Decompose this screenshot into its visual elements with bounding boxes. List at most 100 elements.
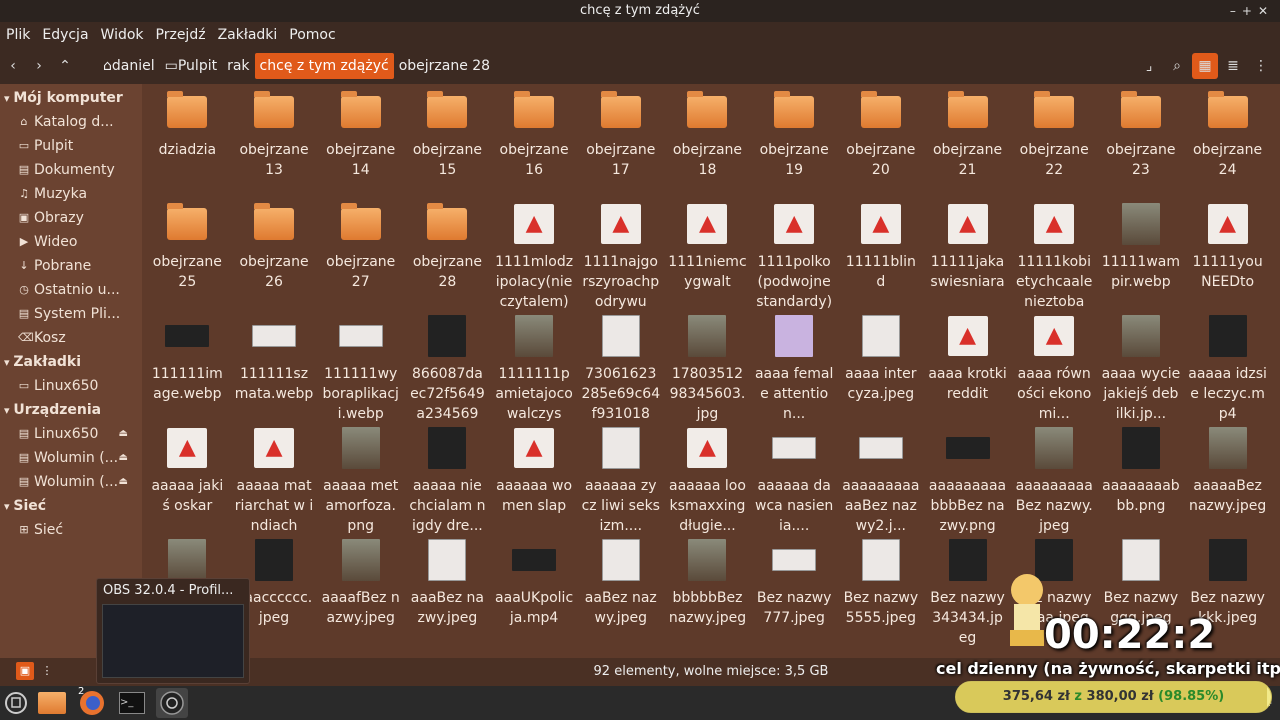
file-item[interactable]: ▲ aaaaaa women slap (491, 424, 578, 536)
firefox-icon[interactable]: 2 (76, 686, 108, 718)
eject-icon[interactable]: ⏏ (119, 422, 128, 446)
terminal-app-icon[interactable]: >_ (116, 688, 148, 718)
file-item[interactable]: ▲ 11111youNEEDto (1184, 200, 1271, 312)
menu-icon[interactable] (0, 688, 32, 718)
file-item[interactable]: obejrzane 15 (404, 88, 491, 200)
file-item[interactable]: 111111wyboraplikacji.webp (317, 312, 404, 424)
places-toggle-icon[interactable]: ▣ (16, 662, 34, 680)
menu-item[interactable]: Pomoc (289, 27, 335, 43)
sidebar-item[interactable]: ⊞ Sieć (0, 518, 142, 542)
file-item[interactable]: obejrzane 14 (317, 88, 404, 200)
file-item[interactable]: Bez nazwy5555.jpeg (838, 536, 925, 648)
sidebar-item[interactable]: ▤ Wolumin (... ⏏ (0, 470, 142, 494)
file-item[interactable]: obejrzane 27 (317, 200, 404, 312)
file-item[interactable]: aaaaa idzsie leczyc.mp4 (1184, 312, 1271, 424)
file-item[interactable]: aaaafBez nazwy.jpeg (317, 536, 404, 648)
file-item[interactable]: aaaBez nazwy.jpeg (404, 536, 491, 648)
breadcrumb-item[interactable]: ▭Pulpit (160, 53, 222, 79)
file-item[interactable]: aaaa wycie jakiejś debilki.jp... (1098, 312, 1185, 424)
sidebar-section-title[interactable]: Sieć (0, 494, 142, 518)
file-item[interactable]: ▲ 11111blind (838, 200, 925, 312)
file-item[interactable]: 73061623285e69c64f931018a... (577, 312, 664, 424)
file-item[interactable]: bbbbbBez nazwy.jpeg (664, 536, 751, 648)
window-controls[interactable]: –+✕ (1230, 0, 1274, 22)
file-item[interactable]: obejrzane 16 (491, 88, 578, 200)
file-item[interactable]: obejrzane 13 (231, 88, 318, 200)
file-item[interactable]: aaaaaaaaaaaBez nazwy2.j... (838, 424, 925, 536)
file-item[interactable]: ▲ aaaaa jakiś oskar (144, 424, 231, 536)
file-item[interactable]: ▲ aaaaaa looksmaxxing długie... (664, 424, 751, 536)
breadcrumb-item[interactable]: ⌂daniel (98, 53, 160, 79)
file-item[interactable]: obejrzane 24 (1184, 88, 1271, 200)
files-icon[interactable] (36, 688, 68, 718)
sidebar-item[interactable]: ⌂ Katalog d... (0, 110, 142, 134)
file-item[interactable]: 866087daec72f5649a2345692... (404, 312, 491, 424)
sidebar-item[interactable]: ♫ Muzyka (0, 182, 142, 206)
file-item[interactable]: ▲ 1111najgorszyroachpodrywu (577, 200, 664, 312)
file-item[interactable]: aaaaaaaabbb.png (1098, 424, 1185, 536)
file-item[interactable]: 1780351298345603.jpg (664, 312, 751, 424)
breadcrumb-item[interactable]: chcę z tym zdążyć (254, 53, 394, 79)
file-item[interactable]: aaaaaaaaaBez nazwy.jpeg (1011, 424, 1098, 536)
file-item[interactable]: ▲ aaaa równości ekonomi... (1011, 312, 1098, 424)
file-item[interactable]: 111111image.webp (144, 312, 231, 424)
sidebar-item[interactable]: ▶ Wideo (0, 230, 142, 254)
file-item[interactable]: obejrzane 25 (144, 200, 231, 312)
file-item[interactable]: aaaaaBez nazwy.jpeg (1184, 424, 1271, 536)
file-item[interactable]: ▲ 11111jakaswiesniara (924, 200, 1011, 312)
file-item[interactable]: obejrzane 22 (1011, 88, 1098, 200)
file-item[interactable]: aaaaa metamorfoza.png (317, 424, 404, 536)
file-item[interactable]: 111111szmata.webp (231, 312, 318, 424)
sidebar-item[interactable]: ▤ Dokumenty (0, 158, 142, 182)
menu-item[interactable]: Zakładki (218, 27, 278, 43)
sidebar-section-title[interactable]: Mój komputer (0, 86, 142, 110)
back-icon[interactable]: ‹ (0, 53, 26, 79)
file-item[interactable]: 11111wampir.webp (1098, 200, 1185, 312)
up-icon[interactable]: ⌃ (52, 53, 78, 79)
sidebar-item[interactable]: ↓ Pobrane (0, 254, 142, 278)
file-item[interactable]: aaaaaaaaabbbBez nazwy.png (924, 424, 1011, 536)
file-item[interactable]: obejrzane 21 (924, 88, 1011, 200)
file-item[interactable]: aaaa intercyza.jpeg (838, 312, 925, 424)
sidebar-item[interactable]: ⌫ Kosz (0, 326, 142, 350)
sidebar-section-title[interactable]: Urządzenia (0, 398, 142, 422)
sidebar-item[interactable]: ▤ Linux650 ⏏ (0, 422, 142, 446)
file-item[interactable]: ▲ 1111niemcygwalt (664, 200, 751, 312)
eject-icon[interactable]: ⏏ (119, 470, 128, 494)
file-item[interactable]: ▲ 1111mlodzipolacy(nieczytalem) (491, 200, 578, 312)
file-item[interactable]: obejrzane 26 (231, 200, 318, 312)
menu-item[interactable]: Przejdź (156, 27, 206, 43)
sidebar-item[interactable]: ▭ Pulpit (0, 134, 142, 158)
file-item[interactable]: ▲ 1111polko(podwojnestandardy) (751, 200, 838, 312)
file-item[interactable]: obejrzane 20 (838, 88, 925, 200)
file-item[interactable]: obejrzane 18 (664, 88, 751, 200)
menu-item[interactable]: Plik (6, 27, 30, 43)
file-item[interactable]: obejrzane 23 (1098, 88, 1185, 200)
eject-icon[interactable]: ⏏ (119, 446, 128, 470)
file-item[interactable]: ▲ aaaa krotki reddit (924, 312, 1011, 424)
tree-toggle-icon[interactable]: ⋮ (38, 662, 56, 680)
obs-window-preview[interactable]: OBS 32.0.4 - Profil... (96, 578, 250, 684)
sidebar-item[interactable]: ▤ System Pli... (0, 302, 142, 326)
search-icon[interactable]: ⌕ (1164, 53, 1190, 79)
file-item[interactable]: obejrzane 19 (751, 88, 838, 200)
file-item[interactable]: aaaaa nie chcialam nigdy dre... (404, 424, 491, 536)
file-item[interactable]: ▲ aaaaa matriarchat w indiach (231, 424, 318, 536)
breadcrumb-item[interactable]: obejrzane 28 (394, 53, 495, 79)
breadcrumb-item[interactable]: rak (222, 53, 254, 79)
file-item[interactable]: aaaaaa dawca nasienia.... (751, 424, 838, 536)
menu-item[interactable]: Edycja (42, 27, 88, 43)
file-item[interactable]: aaBez nazwy.jpeg (577, 536, 664, 648)
list-view-icon[interactable]: ≣ (1220, 53, 1246, 79)
grid-view-icon[interactable]: ▦ (1192, 53, 1218, 79)
sidebar-item[interactable]: ▤ Wolumin (... ⏏ (0, 446, 142, 470)
file-item[interactable]: 1111111pamietajocowalczysz.... (491, 312, 578, 424)
sidebar-item[interactable]: ▭ Linux650 (0, 374, 142, 398)
file-item[interactable]: aaaa female attention... (751, 312, 838, 424)
sidebar-item[interactable]: ▣ Obrazy (0, 206, 142, 230)
compact-view-icon[interactable]: ⋮ (1248, 53, 1274, 79)
forward-icon[interactable]: › (26, 53, 52, 79)
file-item[interactable]: obejrzane 28 (404, 200, 491, 312)
file-item[interactable]: obejrzane 17 (577, 88, 664, 200)
sidebar-item[interactable]: ◷ Ostatnio u... (0, 278, 142, 302)
